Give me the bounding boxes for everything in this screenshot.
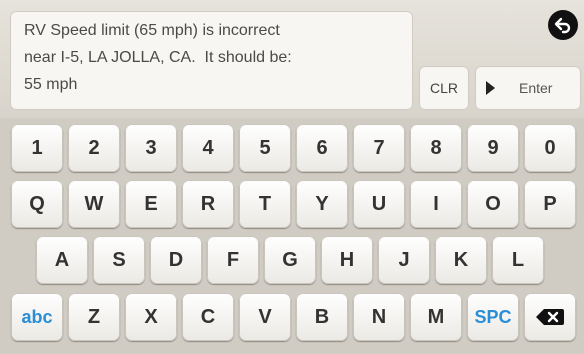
- back-arrow-icon: [554, 17, 571, 34]
- space-key[interactable]: SPC: [467, 293, 519, 341]
- message-panel: RV Speed limit (65 mph) is incorrect nea…: [0, 0, 584, 118]
- key-2[interactable]: 2: [68, 124, 120, 172]
- key-x[interactable]: X: [125, 293, 177, 341]
- key-j[interactable]: J: [378, 236, 430, 284]
- key-r[interactable]: R: [182, 180, 234, 228]
- key-5[interactable]: 5: [239, 124, 291, 172]
- enter-button[interactable]: Enter: [475, 66, 581, 110]
- key-d[interactable]: D: [150, 236, 202, 284]
- key-q[interactable]: Q: [11, 180, 63, 228]
- key-s[interactable]: S: [93, 236, 145, 284]
- key-y[interactable]: Y: [296, 180, 348, 228]
- key-i[interactable]: I: [410, 180, 462, 228]
- key-3[interactable]: 3: [125, 124, 177, 172]
- key-h[interactable]: H: [321, 236, 373, 284]
- clear-button[interactable]: CLR: [419, 66, 469, 110]
- key-8[interactable]: 8: [410, 124, 462, 172]
- key-0[interactable]: 0: [524, 124, 576, 172]
- key-6[interactable]: 6: [296, 124, 348, 172]
- enter-label: Enter: [519, 80, 553, 96]
- key-c[interactable]: C: [182, 293, 234, 341]
- key-z[interactable]: Z: [68, 293, 120, 341]
- key-7[interactable]: 7: [353, 124, 405, 172]
- key-n[interactable]: N: [353, 293, 405, 341]
- back-button[interactable]: [548, 10, 578, 40]
- key-g[interactable]: G: [264, 236, 316, 284]
- key-4[interactable]: 4: [182, 124, 234, 172]
- key-w[interactable]: W: [68, 180, 120, 228]
- key-l[interactable]: L: [492, 236, 544, 284]
- key-p[interactable]: P: [524, 180, 576, 228]
- key-t[interactable]: T: [239, 180, 291, 228]
- backspace-icon: [536, 309, 564, 325]
- message-text-field[interactable]: RV Speed limit (65 mph) is incorrect nea…: [10, 11, 413, 110]
- key-k[interactable]: K: [435, 236, 487, 284]
- key-v[interactable]: V: [239, 293, 291, 341]
- key-e[interactable]: E: [125, 180, 177, 228]
- play-arrow-icon: [486, 81, 495, 95]
- on-screen-keyboard: 1 2 3 4 5 6 7 8 9 0 Q W E R T Y U I O P …: [0, 118, 584, 354]
- key-f[interactable]: F: [207, 236, 259, 284]
- key-m[interactable]: M: [410, 293, 462, 341]
- key-u[interactable]: U: [353, 180, 405, 228]
- key-1[interactable]: 1: [11, 124, 63, 172]
- key-a[interactable]: A: [36, 236, 88, 284]
- backspace-key[interactable]: [524, 293, 576, 341]
- abc-mode-key[interactable]: abc: [11, 293, 63, 341]
- key-o[interactable]: O: [467, 180, 519, 228]
- key-b[interactable]: B: [296, 293, 348, 341]
- key-9[interactable]: 9: [467, 124, 519, 172]
